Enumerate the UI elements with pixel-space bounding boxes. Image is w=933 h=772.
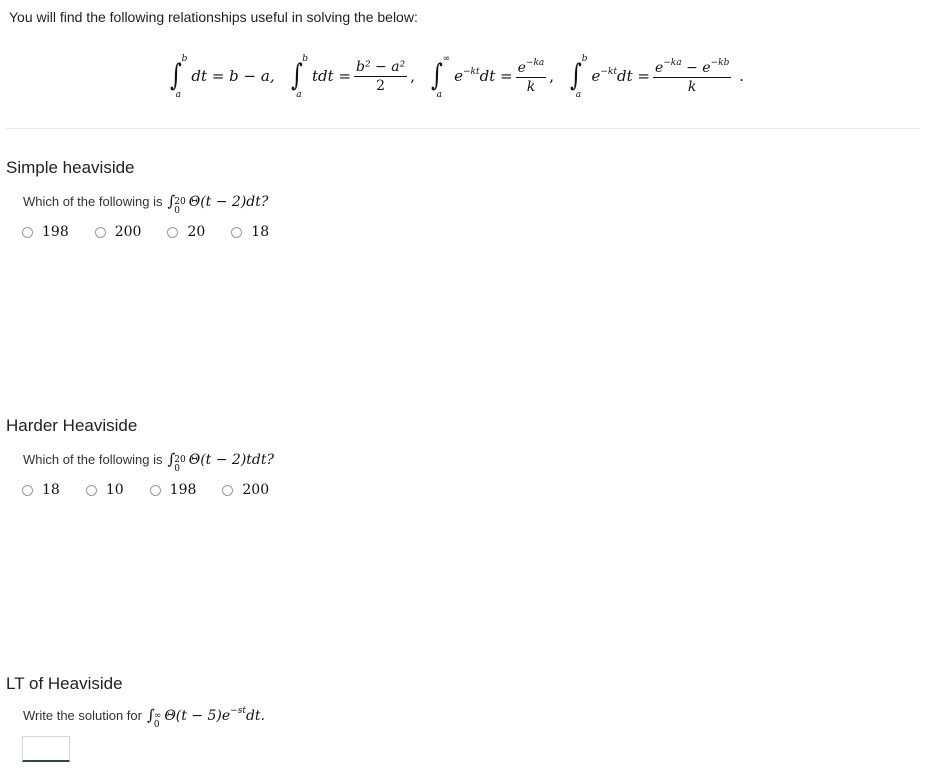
- option-200[interactable]: 200: [222, 482, 269, 498]
- question-math: ∫ 20 0 Θ(t − 2)tdt?: [167, 450, 275, 474]
- radio-button[interactable]: [22, 226, 33, 238]
- integral-relationships: ∫ ba dt = b − a, ∫ ba tdt = b² − a² 2 , …: [169, 54, 744, 100]
- section-title-lt-of-heaviside: LT of Heaviside: [6, 674, 123, 693]
- radio-button[interactable]: [167, 226, 179, 238]
- integrand: dt: [191, 67, 208, 85]
- options-harder-heaviside: 18 10 198 200: [22, 482, 295, 498]
- option-198[interactable]: 198: [149, 482, 196, 498]
- option-18[interactable]: 18: [231, 224, 269, 240]
- integral-sign: ∫ ba: [570, 54, 588, 100]
- section-title-harder-heaviside: Harder Heaviside: [6, 416, 138, 435]
- radio-button[interactable]: [22, 484, 33, 496]
- option-18[interactable]: 18: [22, 482, 60, 498]
- question-simple-heaviside: Which of the following is ∫ 20 0 Θ(t − 2)dt…: [23, 192, 269, 216]
- question-math: ∫ ∞ 0 Θ(t − 5)e−stdt.: [146, 706, 265, 730]
- fraction: b² − a² 2: [354, 58, 408, 94]
- integrand: e−ktdt: [454, 67, 496, 85]
- answer-input[interactable]: [22, 736, 70, 762]
- divider: [6, 128, 920, 129]
- fraction: e−ka k: [515, 57, 547, 95]
- intro-text: You will find the following relationship…: [9, 9, 418, 25]
- question-math: ∫ 20 0 Θ(t − 2)dt?: [167, 192, 269, 216]
- radio-button[interactable]: [149, 484, 161, 496]
- question-harder-heaviside: Which of the following is ∫ 20 0 Θ(t − 2)td…: [23, 450, 275, 474]
- fraction: e−ka − e−kb k: [652, 57, 732, 95]
- radio-button[interactable]: [85, 484, 97, 496]
- integrand: tdt: [312, 67, 334, 85]
- integrand: e−ktdt: [591, 67, 633, 85]
- option-10[interactable]: 10: [85, 482, 124, 498]
- options-simple-heaviside: 198 200 20 18: [22, 224, 295, 240]
- option-198[interactable]: 198: [22, 224, 69, 240]
- radio-button[interactable]: [94, 226, 106, 238]
- option-20[interactable]: 20: [167, 224, 205, 240]
- radio-button[interactable]: [231, 226, 243, 238]
- integral-sign: ∫ ba: [290, 54, 308, 100]
- radio-button[interactable]: [222, 484, 234, 496]
- integral-sign: ∫ ∞ a: [430, 54, 451, 100]
- formula-rhs: = b − a,: [211, 67, 275, 85]
- integral-sign: ∫ ba: [169, 54, 188, 100]
- question-lt-of-heaviside: Write the solution for ∫ ∞ 0 Θ(t − 5)e−stdt…: [23, 706, 265, 730]
- option-200[interactable]: 200: [94, 224, 141, 240]
- section-title-simple-heaviside: Simple heaviside: [6, 158, 135, 177]
